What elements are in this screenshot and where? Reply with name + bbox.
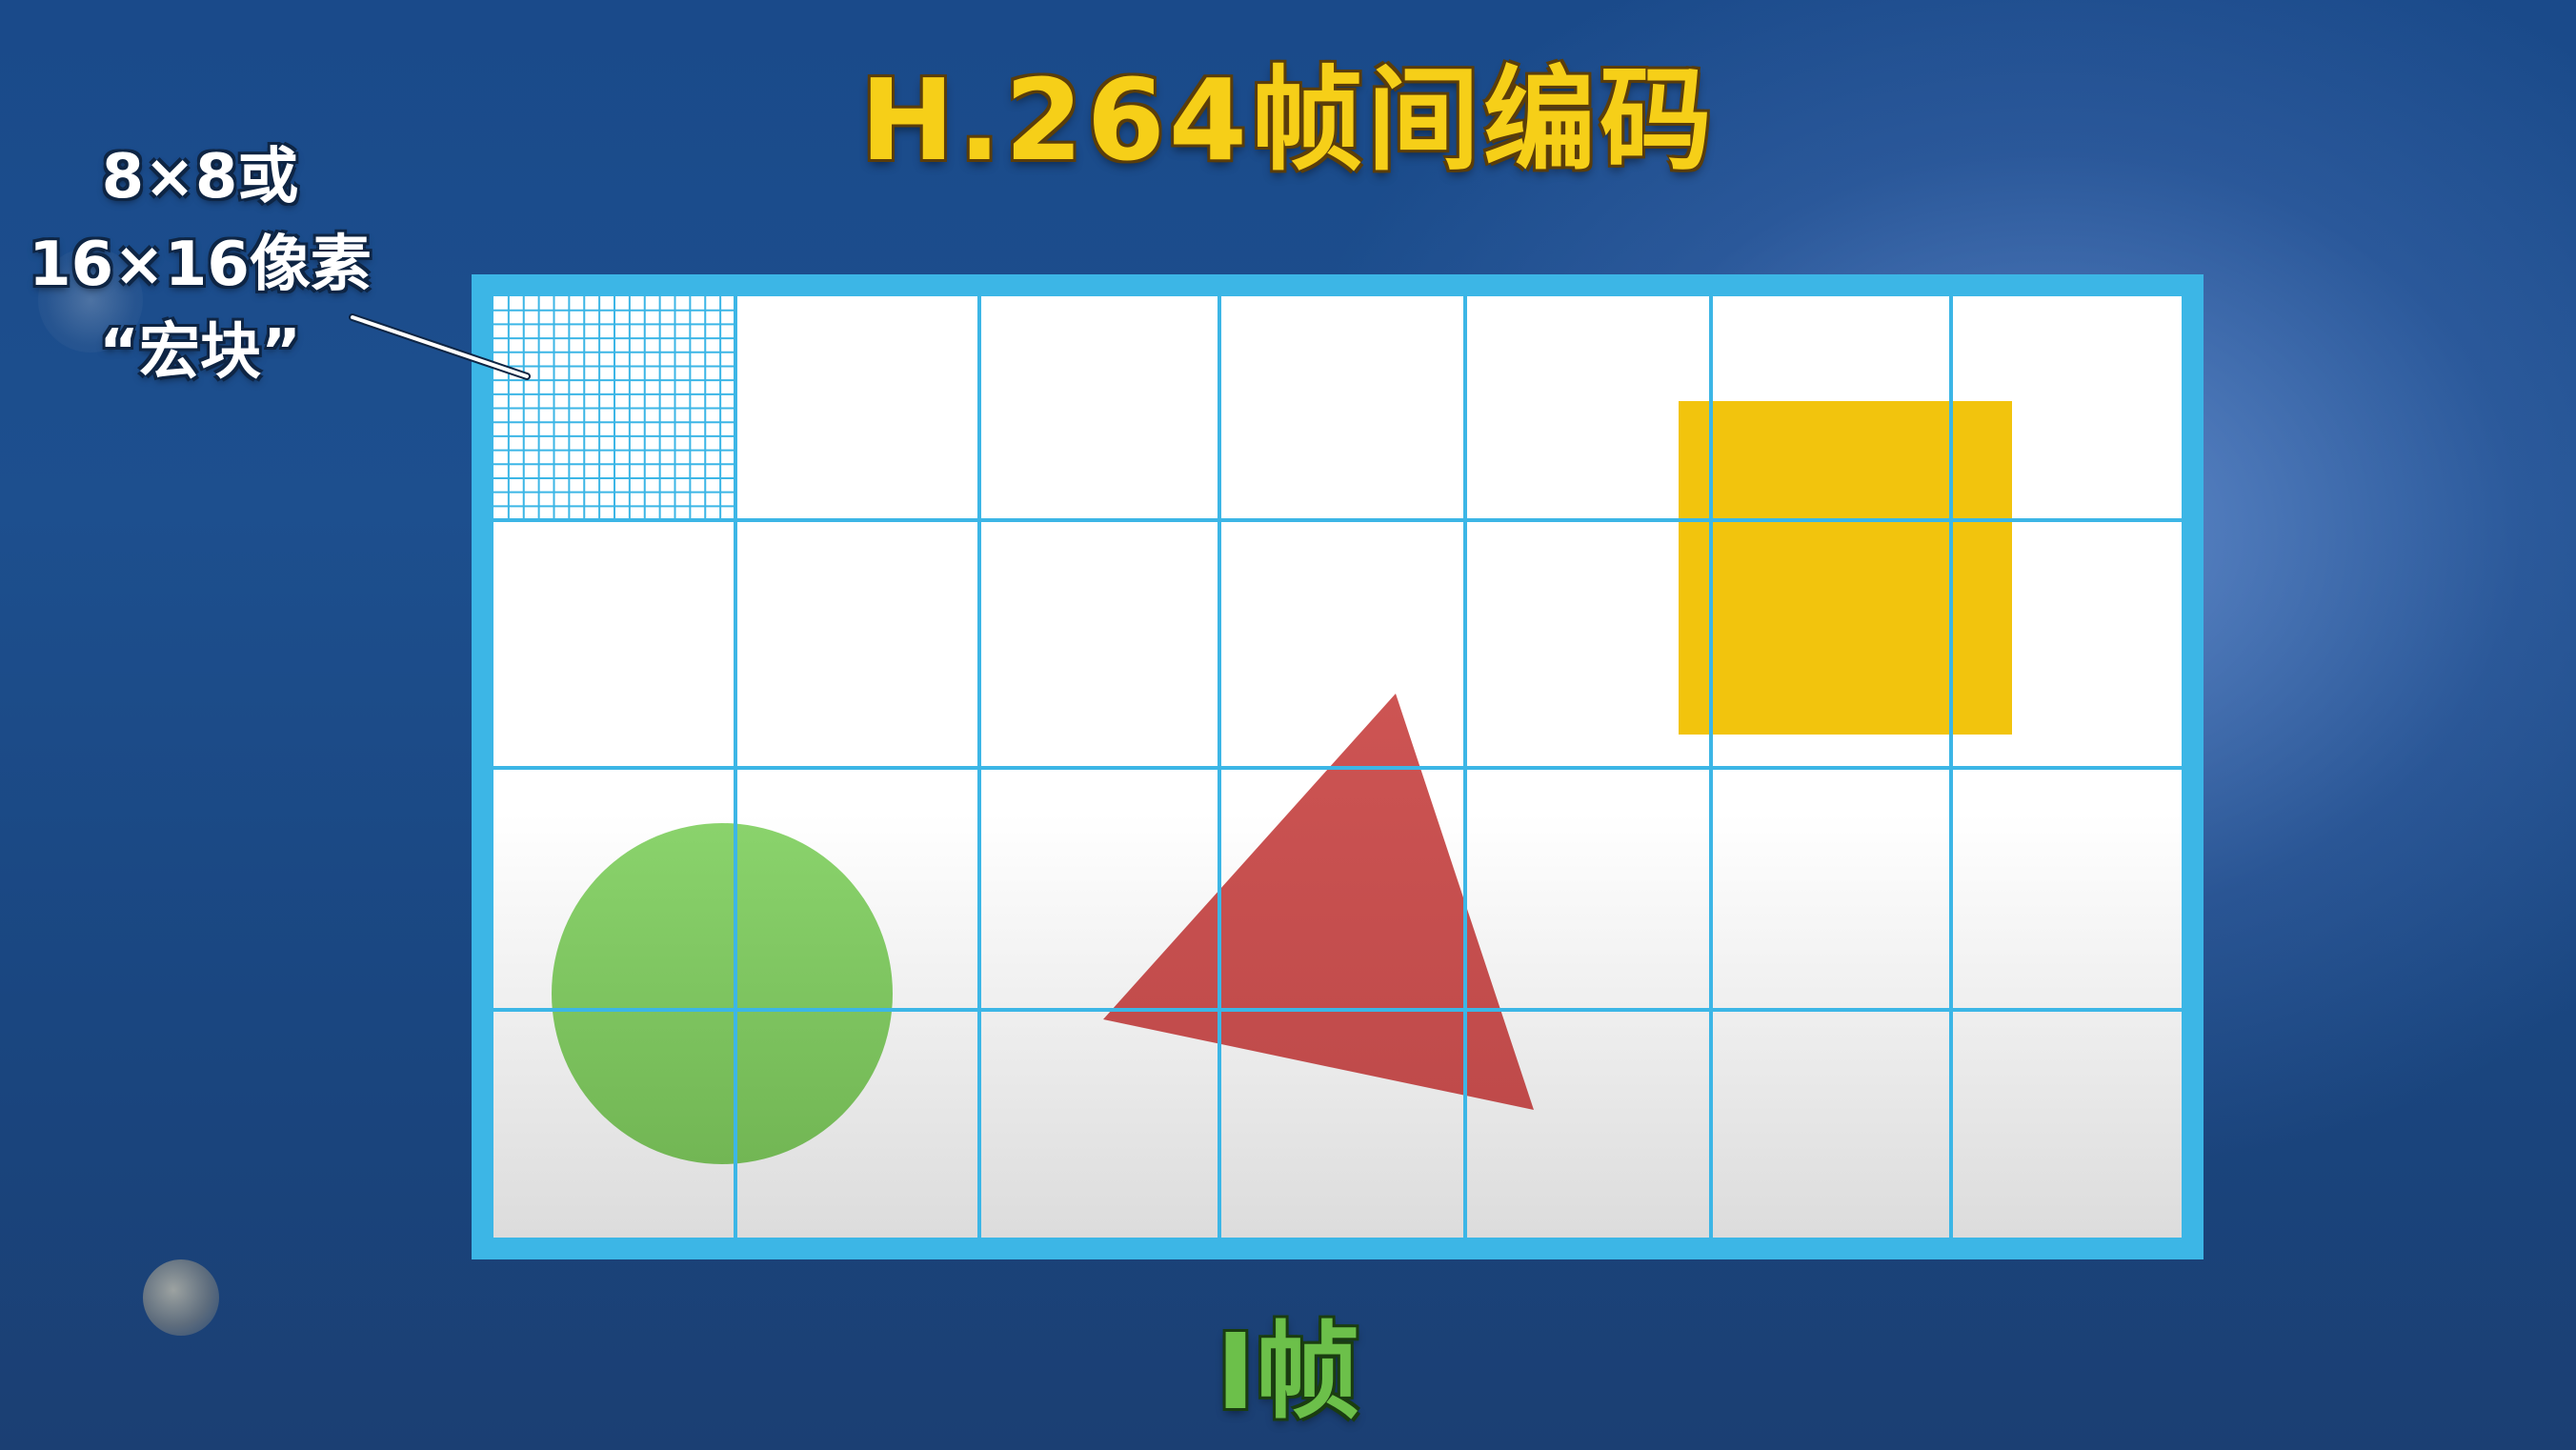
frame-label: I帧 xyxy=(1216,1311,1360,1433)
frame-diagram xyxy=(349,274,2204,1259)
green-circle xyxy=(552,823,893,1164)
slide: H.264帧间编码 8×8或 16×16像素 “宏块” I帧 xyxy=(0,0,2576,1450)
yellow-square xyxy=(1679,401,2012,735)
